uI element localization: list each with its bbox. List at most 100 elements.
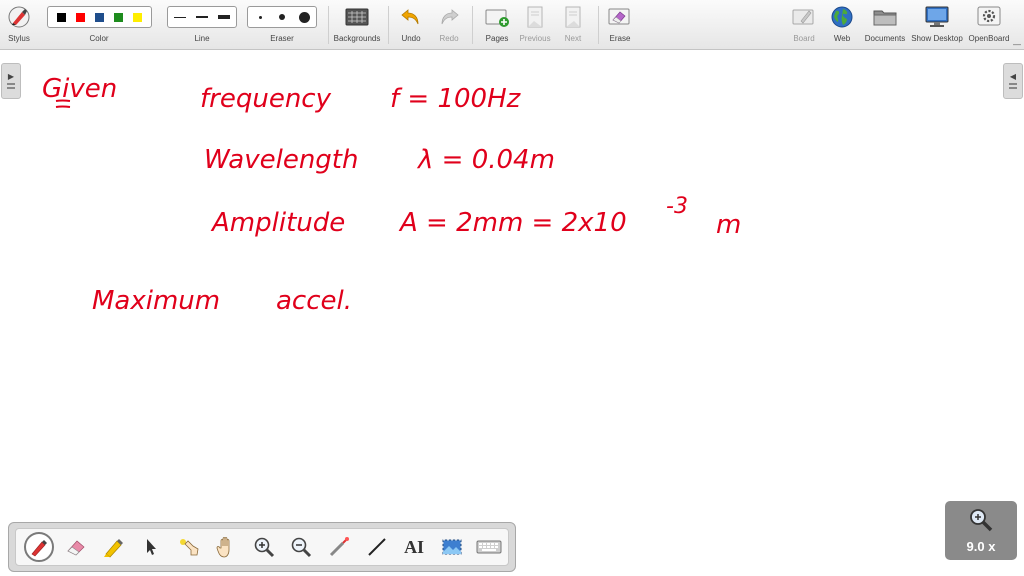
line-label: Line xyxy=(194,34,210,43)
eraser-size-selector xyxy=(247,6,317,28)
top-toolbar: Stylus Color Line Eraser Backgrounds Und… xyxy=(0,0,1024,50)
given-text: Given xyxy=(42,74,117,104)
hand-icon xyxy=(217,537,230,558)
next-page-button[interactable]: Next xyxy=(556,3,590,47)
pages-label: Pages xyxy=(485,34,509,43)
globe-icon xyxy=(830,3,854,31)
capture-tool-button[interactable] xyxy=(433,530,471,564)
pen-tool-button[interactable] xyxy=(20,530,58,564)
line-thick-button[interactable] xyxy=(213,8,235,26)
undo-icon xyxy=(399,3,423,31)
zoom-out-tool-button[interactable] xyxy=(283,530,321,564)
zoom-in-icon xyxy=(254,537,275,558)
stylus-palette: AI xyxy=(8,522,516,572)
web-button[interactable]: Web xyxy=(826,3,858,47)
toolbar-divider xyxy=(472,6,473,44)
stylus-icon xyxy=(7,3,31,31)
erase-button[interactable]: Erase xyxy=(604,3,636,47)
eraser-large-button[interactable] xyxy=(293,8,315,26)
virtual-keyboard-button[interactable] xyxy=(470,530,508,564)
zoom-indicator[interactable]: 9.0 x xyxy=(945,501,1017,560)
redo-label: Redo xyxy=(439,34,459,43)
line-width-selector xyxy=(167,6,237,28)
board-button[interactable]: Board xyxy=(788,3,820,47)
show-desktop-button[interactable]: Show Desktop xyxy=(908,3,966,47)
line-tool-button[interactable] xyxy=(358,530,396,564)
previous-page-button[interactable]: Previous xyxy=(516,3,554,47)
text-tool-icon: AI xyxy=(404,536,425,557)
erase-board-icon xyxy=(607,3,633,31)
monitor-icon xyxy=(924,3,950,31)
screen-capture-icon xyxy=(442,539,462,555)
laser-pointer-icon xyxy=(329,537,350,557)
selector-tool-button[interactable] xyxy=(133,530,171,564)
eraser-group: Eraser xyxy=(247,3,317,47)
line-thin-button[interactable] xyxy=(169,8,191,26)
folder-icon xyxy=(872,3,898,31)
eraser-tool-button[interactable] xyxy=(58,530,96,564)
eraser-medium-button[interactable] xyxy=(271,8,293,26)
backgrounds-button[interactable]: Backgrounds xyxy=(332,3,382,47)
eraser-icon xyxy=(67,540,85,556)
documents-label: Documents xyxy=(864,34,906,43)
line-group: Line xyxy=(167,3,237,47)
documents-button[interactable]: Documents xyxy=(862,3,908,47)
eraser-small-button[interactable] xyxy=(249,8,271,26)
color-label: Color xyxy=(89,34,109,43)
openboard-window: Stylus Color Line Eraser Backgrounds Und… xyxy=(0,0,1024,576)
hand-tool-button[interactable] xyxy=(208,530,246,564)
backgrounds-icon xyxy=(345,3,369,31)
keyboard-icon xyxy=(476,540,502,554)
previous-label: Previous xyxy=(519,34,551,43)
maximum-label-text: Maximum xyxy=(92,286,220,316)
line-icon xyxy=(367,538,386,556)
laser-pointer-tool-button[interactable] xyxy=(320,530,358,564)
toolbar-divider xyxy=(388,6,389,44)
line-medium-button[interactable] xyxy=(191,8,213,26)
color-group: Color xyxy=(44,3,154,47)
erase-label: Erase xyxy=(609,34,631,43)
pages-button[interactable]: Pages xyxy=(480,3,514,47)
text-tool-button[interactable]: AI xyxy=(395,530,433,564)
openboard-menu-button[interactable]: OpenBoard xyxy=(966,3,1012,47)
backgrounds-label: Backgrounds xyxy=(333,34,381,43)
next-page-icon xyxy=(562,3,584,31)
amplitude-exponent-text: -3 xyxy=(666,194,688,219)
amplitude-unit-text: m xyxy=(716,210,741,240)
marker-tool-button[interactable] xyxy=(95,530,133,564)
toolbar-divider xyxy=(598,6,599,44)
wavelength-label-text: Wavelength xyxy=(204,145,358,175)
redo-button[interactable]: Redo xyxy=(434,3,464,47)
openboard-label: OpenBoard xyxy=(968,34,1010,43)
board-icon xyxy=(791,3,817,31)
redo-icon xyxy=(437,3,461,31)
color-swatch-green[interactable] xyxy=(113,12,123,22)
zoom-in-tool-button[interactable] xyxy=(245,530,283,564)
color-swatch-blue[interactable] xyxy=(94,12,104,22)
undo-label: Undo xyxy=(401,34,421,43)
undo-button[interactable]: Undo xyxy=(396,3,426,47)
minimize-icon[interactable]: — xyxy=(1013,40,1021,49)
amplitude-value-text: A = 2mm = 2x10 xyxy=(398,208,627,238)
pen-icon xyxy=(23,532,54,562)
eraser-label: Eraser xyxy=(270,34,294,43)
highlighter-icon xyxy=(103,539,123,558)
interact-tool-button[interactable] xyxy=(170,530,208,564)
frequency-value-text: f = 100Hz xyxy=(390,84,522,114)
board-label: Board xyxy=(793,34,815,43)
frequency-label-text: frequency xyxy=(200,84,332,114)
zoom-level-text: 9.0 x xyxy=(966,539,996,554)
previous-page-icon xyxy=(524,3,546,31)
color-swatch-yellow[interactable] xyxy=(132,12,142,22)
color-swatch-black[interactable] xyxy=(56,12,66,22)
color-swatch-red[interactable] xyxy=(75,12,85,22)
stylus-label: Stylus xyxy=(8,34,30,43)
stylus-button[interactable]: Stylus xyxy=(4,3,34,47)
wavelength-value-text: λ = 0.04m xyxy=(416,145,555,175)
whiteboard-canvas[interactable]: Given frequency f = 100Hz Wavelength λ =… xyxy=(0,51,1024,576)
show-desktop-label: Show Desktop xyxy=(911,34,963,43)
amplitude-label-text: Amplitude xyxy=(210,208,345,238)
maximum-value-text: accel. xyxy=(276,286,352,316)
gear-icon xyxy=(976,3,1002,31)
add-page-icon xyxy=(484,3,510,31)
